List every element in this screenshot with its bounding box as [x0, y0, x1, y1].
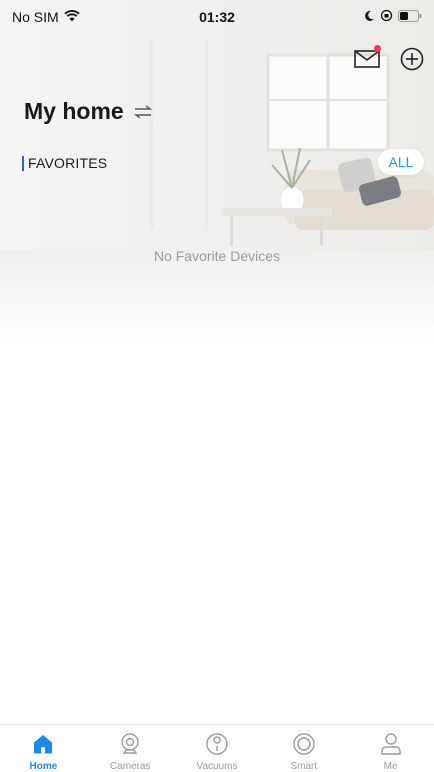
page-title: My home [24, 98, 124, 124]
tab-smart[interactable]: Smart [260, 725, 347, 772]
section-accent-bar [22, 155, 24, 171]
tab-label: Home [29, 761, 58, 772]
carrier-text: No SIM [12, 9, 59, 25]
mail-icon[interactable] [352, 44, 382, 74]
tab-home[interactable]: Home [0, 725, 87, 772]
battery-icon [398, 9, 422, 25]
orientation-lock-icon [380, 9, 393, 25]
status-bar: No SIM 01:32 [0, 0, 434, 34]
favorites-label: FAVORITES [28, 155, 108, 171]
tab-vacuums[interactable]: Vacuums [174, 725, 261, 772]
add-icon[interactable] [397, 44, 427, 74]
home-icon [30, 731, 56, 757]
tab-label: Smart [290, 761, 318, 772]
tab-me[interactable]: Me [347, 725, 434, 772]
vacuum-icon [204, 731, 230, 757]
home-title-row[interactable]: My home [24, 98, 154, 125]
camera-icon [117, 731, 143, 757]
home-screen: No SIM 01:32 My home FAVORITES ALL No Fa… [0, 0, 434, 772]
unread-badge-dot [374, 45, 381, 52]
smart-icon [291, 731, 317, 757]
hero-fade [0, 250, 434, 345]
tab-label: Cameras [109, 761, 151, 772]
all-favorites-button[interactable]: ALL [378, 149, 424, 175]
empty-state-text: No Favorite Devices [153, 248, 281, 264]
favorites-section-header: FAVORITES ALL [22, 149, 434, 175]
status-left: No SIM [12, 9, 80, 25]
tab-label: Me [383, 761, 398, 772]
person-icon [378, 731, 404, 757]
wifi-icon [64, 9, 80, 25]
status-right [363, 9, 422, 25]
switch-home-icon[interactable] [132, 101, 154, 123]
bottom-tab-bar: Home Cameras Vacuums Smart Me [0, 724, 434, 772]
tab-label: Vacuums [196, 761, 238, 772]
moon-icon [363, 9, 375, 25]
tab-cameras[interactable]: Cameras [87, 725, 174, 772]
